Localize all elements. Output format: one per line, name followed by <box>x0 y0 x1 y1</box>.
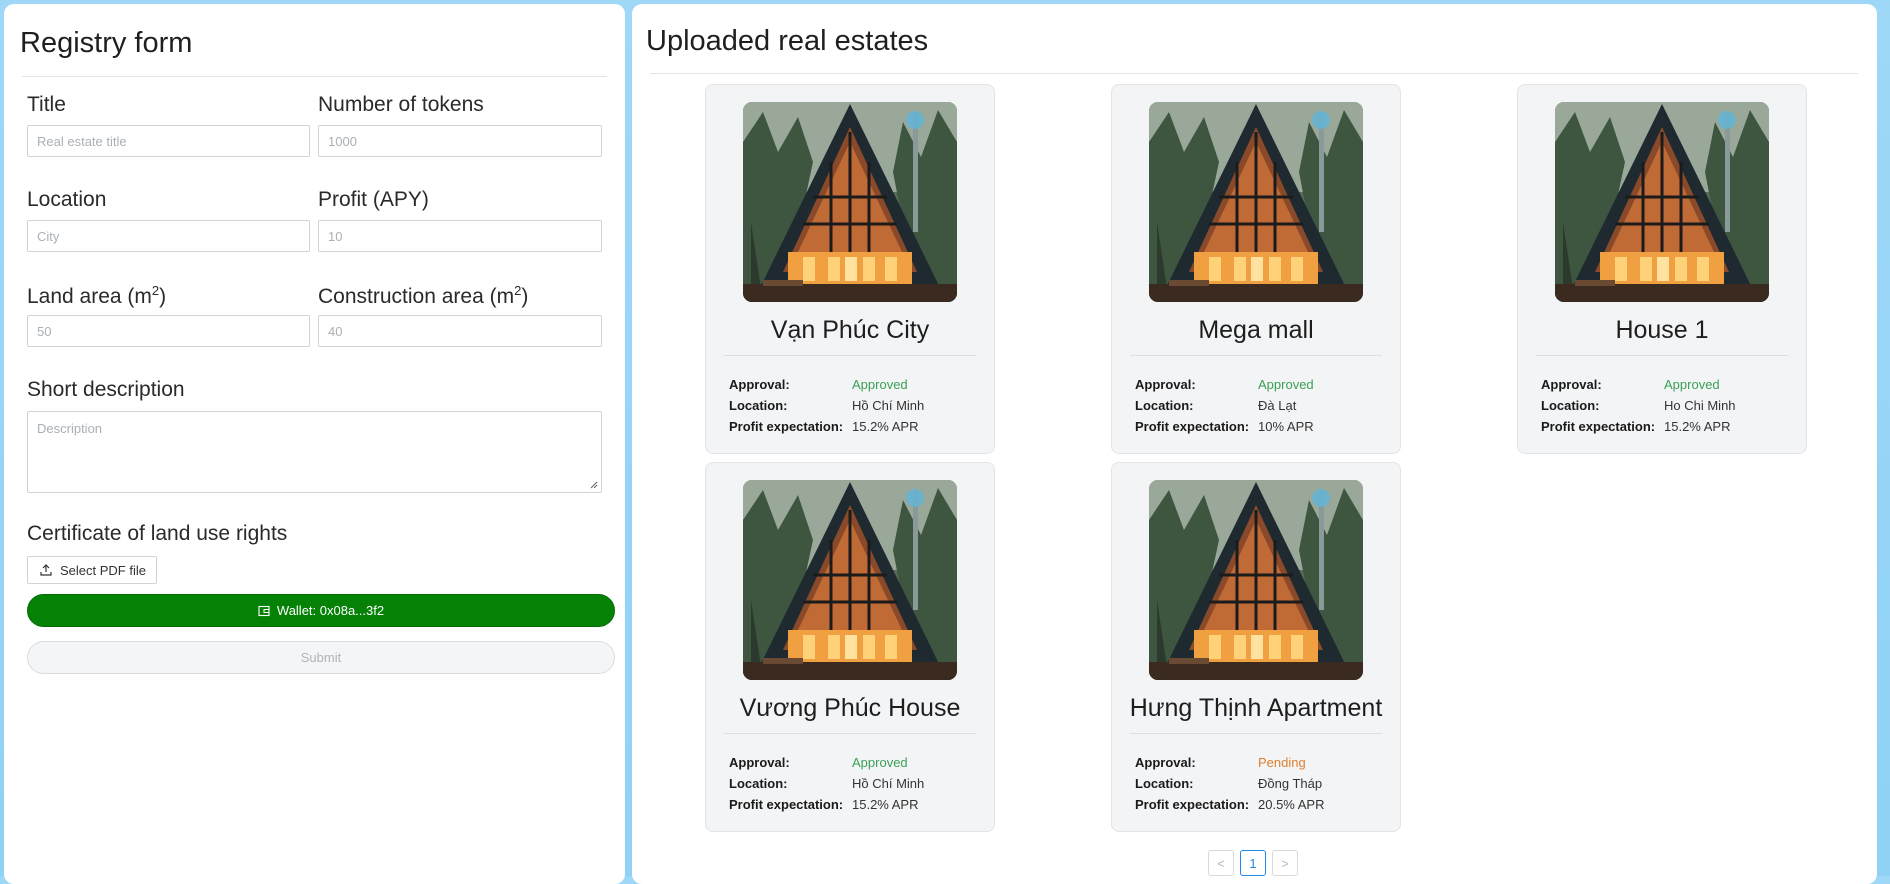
profit-value: 20.5% APR <box>1258 797 1325 812</box>
approval-status: Approved <box>852 377 908 392</box>
profit-value: 15.2% APR <box>852 419 919 434</box>
page-1-button[interactable]: 1 <box>1240 850 1266 876</box>
land-area-label: Land area (m2) <box>27 283 167 308</box>
land-area-input[interactable]: 50 <box>27 315 310 347</box>
description-label: Short description <box>27 378 185 401</box>
location-value: Đà Lạt <box>1258 398 1297 413</box>
title-input[interactable]: Real estate title <box>27 125 310 157</box>
location-key: Location: <box>1541 398 1600 413</box>
select-pdf-button[interactable]: Select PDF file <box>27 556 157 584</box>
location-input[interactable]: City <box>27 220 310 252</box>
property-name: Vương Phúc House <box>739 694 961 722</box>
profit-key: Profit expectation: <box>1541 419 1656 434</box>
form-title: Registry form <box>20 27 193 59</box>
construction-area-label: Construction area (m2) <box>318 283 529 308</box>
upload-icon <box>40 564 52 576</box>
approval-label: Approval: <box>1541 377 1602 392</box>
house-photo-icon <box>743 102 957 302</box>
property-image <box>1555 102 1769 302</box>
property-card[interactable]: House 1 Approval: Approved Location: Ho … <box>1517 84 1807 454</box>
house-photo-icon <box>1149 102 1363 302</box>
wallet-icon <box>258 605 270 616</box>
tokens-input[interactable]: 1000 <box>318 125 602 157</box>
card-divider <box>1130 733 1382 734</box>
property-card[interactable]: Mega mall Approval: Approved Location: Đ… <box>1111 84 1401 454</box>
approval-status: Pending <box>1258 755 1306 770</box>
description-textarea[interactable]: Description <box>27 411 602 493</box>
house-photo-icon <box>1149 480 1363 680</box>
location-key: Location: <box>729 398 788 413</box>
location-label: Location <box>27 188 107 211</box>
location-key: Location: <box>1135 398 1194 413</box>
select-pdf-label: Select PDF file <box>60 562 146 578</box>
prev-page-button[interactable]: < <box>1208 850 1234 876</box>
location-value: Đồng Tháp <box>1258 776 1323 791</box>
property-image <box>1149 480 1363 680</box>
approval-status: Approved <box>1664 377 1720 392</box>
pagination: < 1 > <box>1208 850 1298 876</box>
property-card[interactable]: Hưng Thịnh Apartment Approval: Pending L… <box>1111 462 1401 832</box>
approval-label: Approval: <box>1135 377 1196 392</box>
profit-value: 10% APR <box>1258 419 1314 434</box>
location-value: Ho Chi Minh <box>1664 398 1736 413</box>
approval-status: Approved <box>1258 377 1314 392</box>
profit-label: Profit (APY) <box>318 188 429 211</box>
property-name: Hưng Thịnh Apartment <box>1129 694 1383 722</box>
approval-label: Approval: <box>729 755 790 770</box>
property-image <box>1149 102 1363 302</box>
property-name: House 1 <box>1615 316 1709 344</box>
approval-label: Approval: <box>729 377 790 392</box>
card-divider <box>1536 355 1788 356</box>
construction-area-input[interactable]: 40 <box>318 315 602 347</box>
tokens-label: Number of tokens <box>318 93 484 116</box>
property-name: Vạn Phúc City <box>770 316 930 344</box>
profit-key: Profit expectation: <box>729 797 844 812</box>
approval-label: Approval: <box>1135 755 1196 770</box>
profit-key: Profit expectation: <box>1135 419 1250 434</box>
description-placeholder: Description <box>37 421 103 436</box>
wallet-button[interactable]: Wallet: 0x08a...3f2 <box>27 594 615 627</box>
profit-input[interactable]: 10 <box>318 220 602 252</box>
listing-panel: Uploaded real estates Vạn Phúc City Appr… <box>632 4 1877 884</box>
card-divider <box>724 355 976 356</box>
divider <box>650 73 1858 74</box>
location-value: Hồ Chí Minh <box>852 398 925 413</box>
title-label: Title <box>27 93 66 116</box>
property-name: Mega mall <box>1198 316 1314 344</box>
property-card[interactable]: Vạn Phúc City Approval: Approved Locatio… <box>705 84 995 454</box>
profit-value: 15.2% APR <box>1664 419 1731 434</box>
resize-grip-icon[interactable] <box>589 480 598 489</box>
approval-status: Approved <box>852 755 908 770</box>
card-divider <box>1130 355 1382 356</box>
profit-key: Profit expectation: <box>1135 797 1250 812</box>
property-image <box>743 480 957 680</box>
card-divider <box>724 733 976 734</box>
next-page-button[interactable]: > <box>1272 850 1298 876</box>
location-key: Location: <box>1135 776 1194 791</box>
profit-key: Profit expectation: <box>729 419 844 434</box>
divider <box>22 76 607 77</box>
profit-value: 15.2% APR <box>852 797 919 812</box>
submit-button[interactable]: Submit <box>27 641 615 674</box>
wallet-label: Wallet: 0x08a...3f2 <box>276 603 385 618</box>
house-photo-icon <box>1555 102 1769 302</box>
location-value: Hồ Chí Minh <box>852 776 925 791</box>
property-image <box>743 102 957 302</box>
house-photo-icon <box>743 480 957 680</box>
listing-title: Uploaded real estates <box>646 25 929 57</box>
registry-form-panel: Registry form Title Number of tokens Rea… <box>4 4 625 884</box>
certificate-label: Certificate of land use rights <box>27 522 288 545</box>
property-card[interactable]: Vương Phúc House Approval: Approved Loca… <box>705 462 995 832</box>
location-key: Location: <box>729 776 788 791</box>
